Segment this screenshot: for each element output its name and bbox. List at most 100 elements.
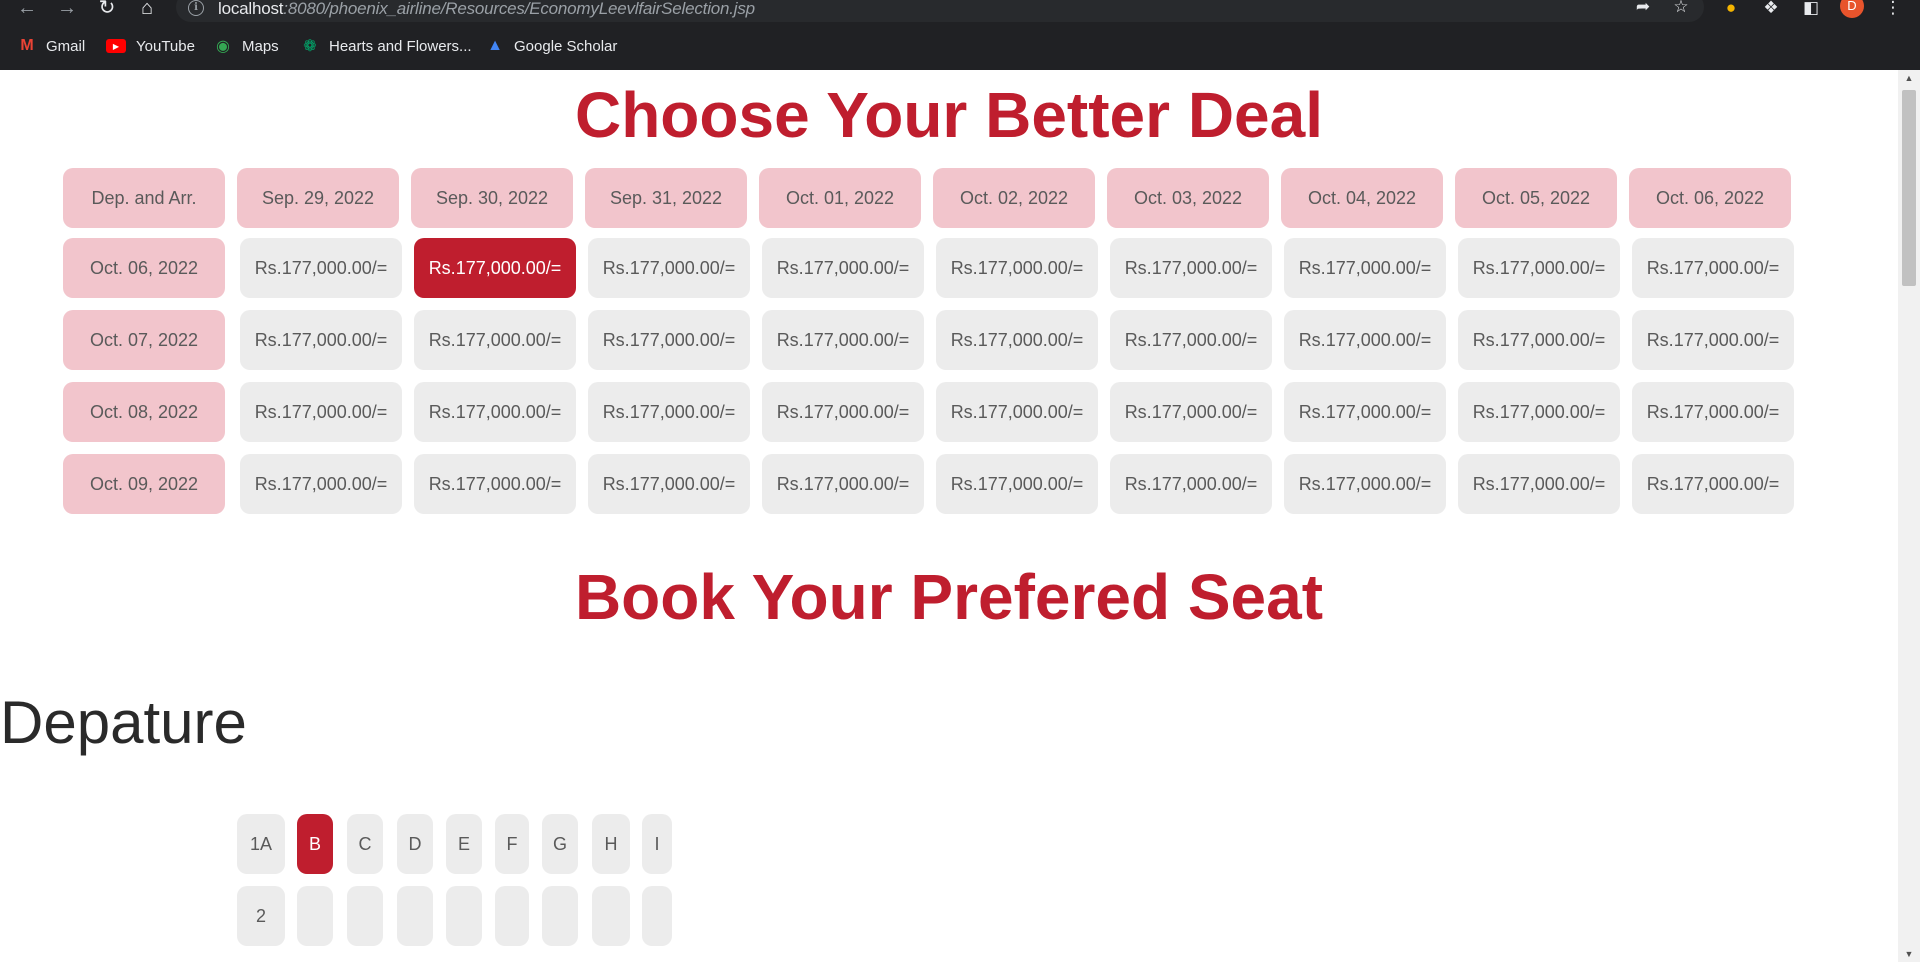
fare-cell[interactable]: Rs.177,000.00/= — [936, 382, 1098, 442]
bookmark-google-scholar[interactable]: ▲ Google Scholar — [486, 33, 617, 59]
bookmark-maps[interactable]: ◉ Maps — [214, 33, 279, 59]
reload-icon[interactable]: ↻ — [94, 0, 120, 18]
share-icon[interactable]: ➦ — [1632, 0, 1654, 16]
fare-cell[interactable]: Rs.177,000.00/= — [1110, 382, 1272, 442]
arrival-date-header: Oct. 09, 2022 — [63, 454, 225, 514]
extension-icon[interactable]: ● — [1720, 0, 1742, 16]
side-panel-icon[interactable]: ◧ — [1800, 0, 1822, 16]
departure-date-header: Sep. 29, 2022 — [237, 168, 399, 228]
fare-cell[interactable]: Rs.177,000.00/= — [240, 238, 402, 298]
fare-cell[interactable]: Rs.177,000.00/= — [1632, 382, 1794, 442]
departure-date-header: Oct. 05, 2022 — [1455, 168, 1617, 228]
seat[interactable]: G — [542, 814, 578, 874]
page-content: Choose Your Better Deal Dep. and Arr. Sep… — [0, 70, 1898, 962]
puzzle-icon[interactable]: ❖ — [1760, 0, 1782, 16]
bookmark-youtube[interactable]: ▶ YouTube — [106, 33, 195, 59]
seat[interactable]: C — [347, 814, 383, 874]
fare-cell[interactable]: Rs.177,000.00/= — [762, 238, 924, 298]
star-icon[interactable]: ☆ — [1670, 0, 1692, 16]
menu-icon[interactable]: ⋮ — [1882, 0, 1904, 16]
browser-toolbar: ← → ↻ ⌂ i localhost:8080/phoenix_airline… — [0, 0, 1920, 24]
back-icon[interactable]: ← — [14, 0, 40, 18]
fare-cell[interactable]: Rs.177,000.00/= — [1284, 382, 1446, 442]
seat[interactable] — [446, 886, 482, 946]
fare-cell-selected[interactable]: Rs.177,000.00/= — [414, 238, 576, 298]
seat[interactable]: D — [397, 814, 433, 874]
seat[interactable]: H — [592, 814, 630, 874]
departure-date-header: Oct. 06, 2022 — [1629, 168, 1791, 228]
fare-cell[interactable]: Rs.177,000.00/= — [414, 454, 576, 514]
site-info-icon[interactable]: i — [188, 0, 204, 16]
fare-cell[interactable]: Rs.177,000.00/= — [1284, 238, 1446, 298]
fare-cell[interactable]: Rs.177,000.00/= — [588, 310, 750, 370]
bookmark-label: Maps — [242, 37, 279, 55]
bookmark-label: YouTube — [136, 37, 195, 55]
seat[interactable]: I — [642, 814, 672, 874]
scroll-thumb[interactable] — [1902, 90, 1916, 286]
fare-cell[interactable]: Rs.177,000.00/= — [1284, 310, 1446, 370]
seat-selected[interactable]: B — [297, 814, 333, 874]
fare-cell[interactable]: Rs.177,000.00/= — [1632, 454, 1794, 514]
url-text[interactable]: localhost:8080/phoenix_airline/Resources… — [218, 0, 755, 19]
fare-cell[interactable]: Rs.177,000.00/= — [1110, 238, 1272, 298]
fare-cell[interactable]: Rs.177,000.00/= — [240, 454, 402, 514]
seat[interactable] — [297, 886, 333, 946]
bookmarks-bar: M Gmail ▶ YouTube ◉ Maps ❁ Hearts and Fl… — [0, 33, 1920, 59]
scholar-icon: ▲ — [487, 37, 503, 54]
fare-cell[interactable]: Rs.177,000.00/= — [936, 454, 1098, 514]
fare-cell[interactable]: Rs.177,000.00/= — [1632, 310, 1794, 370]
fare-cell[interactable]: Rs.177,000.00/= — [1284, 454, 1446, 514]
seat[interactable] — [347, 886, 383, 946]
fare-cell[interactable]: Rs.177,000.00/= — [1458, 310, 1620, 370]
seat[interactable]: E — [446, 814, 482, 874]
seat-row-label[interactable]: 1A — [237, 814, 285, 874]
fare-cell[interactable]: Rs.177,000.00/= — [1458, 238, 1620, 298]
fare-cell[interactable]: Rs.177,000.00/= — [1458, 454, 1620, 514]
fare-cell[interactable]: Rs.177,000.00/= — [936, 310, 1098, 370]
fare-cell[interactable]: Rs.177,000.00/= — [762, 310, 924, 370]
arrival-date-header: Oct. 08, 2022 — [63, 382, 225, 442]
seat[interactable] — [397, 886, 433, 946]
scroll-down-icon[interactable]: ▼ — [1898, 946, 1920, 962]
youtube-icon: ▶ — [106, 39, 126, 53]
fare-cell[interactable]: Rs.177,000.00/= — [588, 454, 750, 514]
seat[interactable]: F — [495, 814, 529, 874]
fare-cell[interactable]: Rs.177,000.00/= — [762, 382, 924, 442]
departure-date-header: Sep. 31, 2022 — [585, 168, 747, 228]
fare-cell[interactable]: Rs.177,000.00/= — [1110, 310, 1272, 370]
fare-cell[interactable]: Rs.177,000.00/= — [240, 310, 402, 370]
departure-date-header: Sep. 30, 2022 — [411, 168, 573, 228]
fare-cell[interactable]: Rs.177,000.00/= — [588, 382, 750, 442]
scroll-up-icon[interactable]: ▲ — [1898, 70, 1920, 86]
fare-cell[interactable]: Rs.177,000.00/= — [1632, 238, 1794, 298]
bookmark-hearts-and-flowers[interactable]: ❁ Hearts and Flowers... — [301, 33, 471, 59]
address-bar[interactable]: i localhost:8080/phoenix_airline/Resourc… — [176, 0, 1704, 22]
home-icon[interactable]: ⌂ — [134, 0, 160, 18]
seat[interactable] — [592, 886, 630, 946]
seat-row-label[interactable]: 2 — [237, 886, 285, 946]
departure-date-header: Oct. 04, 2022 — [1281, 168, 1443, 228]
page-scrollbar[interactable]: ▲ ▼ — [1898, 70, 1920, 962]
seat[interactable] — [542, 886, 578, 946]
seat[interactable] — [495, 886, 529, 946]
arrival-date-header: Oct. 06, 2022 — [63, 238, 225, 298]
fare-cell[interactable]: Rs.177,000.00/= — [762, 454, 924, 514]
palm-icon: ❁ — [303, 38, 317, 55]
departure-heading: Depature — [0, 689, 247, 756]
bookmark-label: Google Scholar — [514, 37, 618, 55]
forward-icon[interactable]: → — [54, 0, 80, 18]
gmail-icon: M — [20, 37, 34, 54]
fare-cell[interactable]: Rs.177,000.00/= — [240, 382, 402, 442]
departure-date-header: Oct. 02, 2022 — [933, 168, 1095, 228]
seat[interactable] — [642, 886, 672, 946]
fare-cell[interactable]: Rs.177,000.00/= — [414, 310, 576, 370]
fare-cell[interactable]: Rs.177,000.00/= — [588, 238, 750, 298]
bookmark-gmail[interactable]: M Gmail — [18, 33, 85, 59]
fare-cell[interactable]: Rs.177,000.00/= — [414, 382, 576, 442]
grid-corner-header: Dep. and Arr. — [63, 168, 225, 228]
fare-cell[interactable]: Rs.177,000.00/= — [936, 238, 1098, 298]
profile-avatar[interactable]: D — [1840, 0, 1864, 18]
fare-cell[interactable]: Rs.177,000.00/= — [1458, 382, 1620, 442]
fare-cell[interactable]: Rs.177,000.00/= — [1110, 454, 1272, 514]
departure-date-header: Oct. 01, 2022 — [759, 168, 921, 228]
